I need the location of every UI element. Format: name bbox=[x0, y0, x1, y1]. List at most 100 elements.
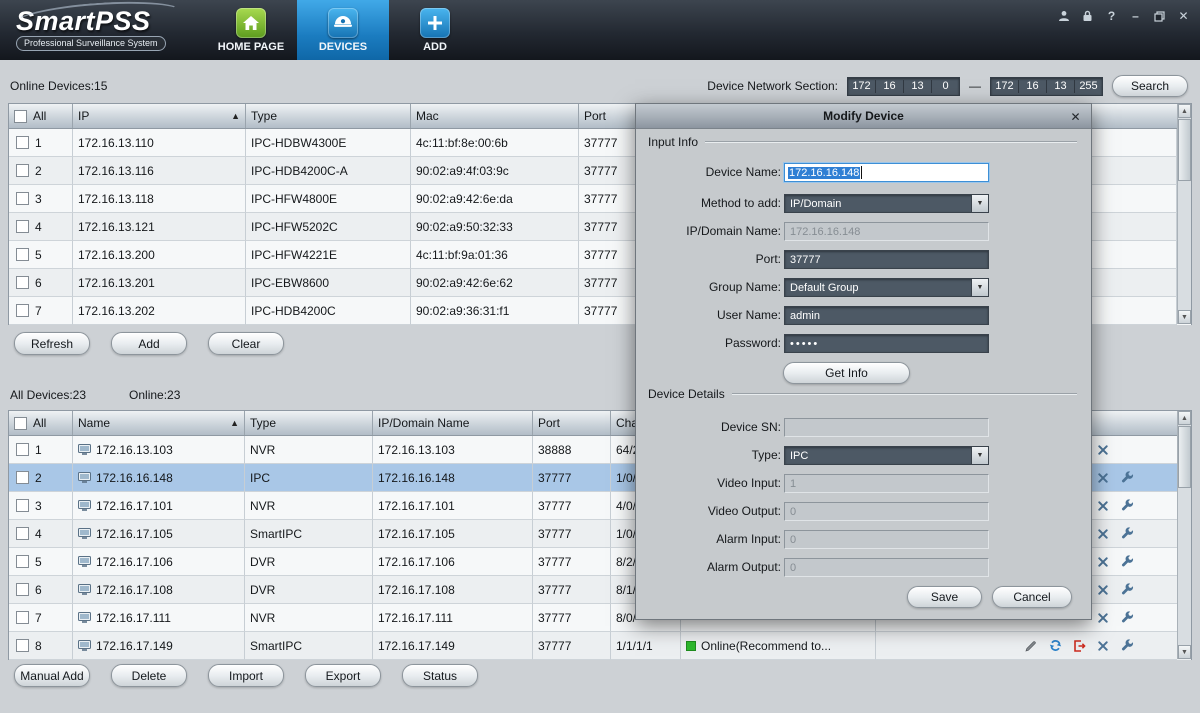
tab-home-page[interactable]: HOME PAGE bbox=[205, 0, 297, 60]
get-info-button[interactable]: Get Info bbox=[783, 362, 910, 384]
tab-add[interactable]: ADD bbox=[389, 0, 481, 60]
header-all[interactable]: All bbox=[9, 411, 73, 435]
config-icon[interactable] bbox=[1117, 498, 1137, 514]
tab-devices[interactable]: DEVICES bbox=[297, 0, 389, 60]
config-icon[interactable] bbox=[1117, 582, 1137, 598]
scrollbar[interactable]: ▲ ▼ bbox=[1177, 411, 1191, 659]
device-list-row[interactable]: 8172.16.17.149SmartIPC172.16.17.14937777… bbox=[9, 632, 1191, 660]
scroll-thumb[interactable] bbox=[1178, 426, 1191, 488]
row-checkbox[interactable] bbox=[16, 164, 29, 177]
ip-octet[interactable]: 13 bbox=[1047, 80, 1074, 92]
delete-icon[interactable] bbox=[1093, 610, 1113, 626]
header-type[interactable]: Type bbox=[245, 411, 373, 435]
header-ip-domain[interactable]: IP/Domain Name bbox=[373, 411, 533, 435]
group-name-select[interactable]: Default Group ▼ bbox=[784, 278, 989, 297]
scrollbar[interactable]: ▲ ▼ bbox=[1177, 104, 1191, 324]
delete-icon[interactable] bbox=[1093, 554, 1113, 570]
header-name[interactable]: Name ▲ bbox=[73, 411, 245, 435]
port-input[interactable]: 37777 bbox=[784, 250, 989, 269]
config-icon[interactable] bbox=[1117, 526, 1137, 542]
delete-icon[interactable] bbox=[1093, 582, 1113, 598]
edit-icon[interactable] bbox=[1021, 638, 1041, 654]
restore-icon[interactable] bbox=[1151, 8, 1168, 24]
import-button[interactable]: Import bbox=[208, 664, 284, 687]
dialog-title-bar[interactable]: Modify Device ✕ bbox=[636, 104, 1091, 129]
scroll-up-icon[interactable]: ▲ bbox=[1178, 104, 1191, 118]
select-all-checkbox[interactable] bbox=[14, 417, 27, 430]
row-checkbox[interactable] bbox=[16, 443, 29, 456]
search-button[interactable]: Search bbox=[1112, 75, 1188, 97]
row-checkbox[interactable] bbox=[16, 276, 29, 289]
scroll-thumb[interactable] bbox=[1178, 119, 1191, 181]
status-button[interactable]: Status bbox=[402, 664, 478, 687]
refresh-icon[interactable] bbox=[1045, 638, 1065, 654]
refresh-button[interactable]: Refresh bbox=[14, 332, 90, 355]
ip-octet[interactable]: 255 bbox=[1075, 80, 1102, 92]
delete-icon[interactable] bbox=[1093, 470, 1113, 486]
row-checkbox[interactable] bbox=[16, 220, 29, 233]
logout-icon[interactable] bbox=[1069, 638, 1089, 654]
chevron-down-icon[interactable]: ▼ bbox=[971, 195, 988, 212]
chevron-down-icon[interactable]: ▼ bbox=[971, 279, 988, 296]
save-button[interactable]: Save bbox=[907, 586, 982, 608]
row-index-cell: 6 bbox=[9, 576, 73, 604]
export-button[interactable]: Export bbox=[305, 664, 381, 687]
row-checkbox[interactable] bbox=[16, 611, 29, 624]
select-all-checkbox[interactable] bbox=[14, 110, 27, 123]
delete-button[interactable]: Delete bbox=[111, 664, 187, 687]
ip-range-start-input[interactable]: 17216130 bbox=[847, 77, 960, 96]
cancel-button[interactable]: Cancel bbox=[992, 586, 1072, 608]
scroll-down-icon[interactable]: ▼ bbox=[1178, 645, 1191, 659]
delete-icon[interactable] bbox=[1093, 638, 1113, 654]
lock-icon[interactable] bbox=[1079, 8, 1096, 24]
header-ip[interactable]: IP ▲ bbox=[73, 104, 246, 128]
device-name-input[interactable]: 172.16.16.148 bbox=[784, 163, 989, 182]
ip-octet[interactable]: 13 bbox=[904, 80, 931, 92]
header-type[interactable]: Type bbox=[246, 104, 411, 128]
ip-octet[interactable]: 0 bbox=[932, 80, 959, 92]
config-icon[interactable] bbox=[1117, 638, 1137, 654]
modify-device-dialog: Modify Device ✕ Input Info Device Name: … bbox=[635, 103, 1092, 620]
user-icon[interactable] bbox=[1055, 8, 1072, 24]
ip-octet[interactable]: 172 bbox=[991, 80, 1018, 92]
add-button[interactable]: Add bbox=[111, 332, 187, 355]
scroll-down-icon[interactable]: ▼ bbox=[1178, 310, 1191, 324]
help-icon[interactable]: ? bbox=[1103, 8, 1120, 24]
type-select[interactable]: IPC ▼ bbox=[784, 446, 989, 465]
cell-ip: 172.16.17.108 bbox=[373, 576, 533, 604]
delete-icon[interactable] bbox=[1093, 442, 1113, 458]
row-checkbox[interactable] bbox=[16, 136, 29, 149]
config-icon[interactable] bbox=[1117, 470, 1137, 486]
header-all[interactable]: All bbox=[9, 104, 73, 128]
config-icon[interactable] bbox=[1117, 610, 1137, 626]
row-checkbox[interactable] bbox=[16, 248, 29, 261]
close-icon[interactable]: ✕ bbox=[1067, 108, 1084, 125]
row-checkbox[interactable] bbox=[16, 471, 29, 484]
password-input[interactable]: ••••• bbox=[784, 334, 989, 353]
row-checkbox[interactable] bbox=[16, 583, 29, 596]
delete-icon[interactable] bbox=[1093, 526, 1113, 542]
clear-button[interactable]: Clear bbox=[208, 332, 284, 355]
scroll-up-icon[interactable]: ▲ bbox=[1178, 411, 1191, 425]
row-checkbox[interactable] bbox=[16, 555, 29, 568]
row-checkbox[interactable] bbox=[16, 192, 29, 205]
manual-add-button[interactable]: Manual Add bbox=[14, 664, 90, 687]
ip-octet[interactable]: 172 bbox=[848, 80, 875, 92]
ip-octet[interactable]: 16 bbox=[1019, 80, 1046, 92]
row-checkbox[interactable] bbox=[16, 527, 29, 540]
chevron-down-icon[interactable]: ▼ bbox=[971, 447, 988, 464]
row-checkbox[interactable] bbox=[16, 639, 29, 652]
minimize-icon[interactable]: – bbox=[1127, 8, 1144, 24]
header-mac[interactable]: Mac bbox=[411, 104, 579, 128]
ip-octet[interactable]: 16 bbox=[876, 80, 903, 92]
ip-range-end-input[interactable]: 1721613255 bbox=[990, 77, 1103, 96]
user-name-input[interactable]: admin bbox=[784, 306, 989, 325]
close-icon[interactable]: ✕ bbox=[1175, 8, 1192, 24]
row-checkbox[interactable] bbox=[16, 499, 29, 512]
delete-icon[interactable] bbox=[1093, 498, 1113, 514]
method-to-add-select[interactable]: IP/Domain ▼ bbox=[784, 194, 989, 213]
cell-ip: 172.16.13.110 bbox=[73, 129, 246, 157]
row-checkbox[interactable] bbox=[16, 304, 29, 317]
config-icon[interactable] bbox=[1117, 554, 1137, 570]
header-port[interactable]: Port bbox=[533, 411, 611, 435]
